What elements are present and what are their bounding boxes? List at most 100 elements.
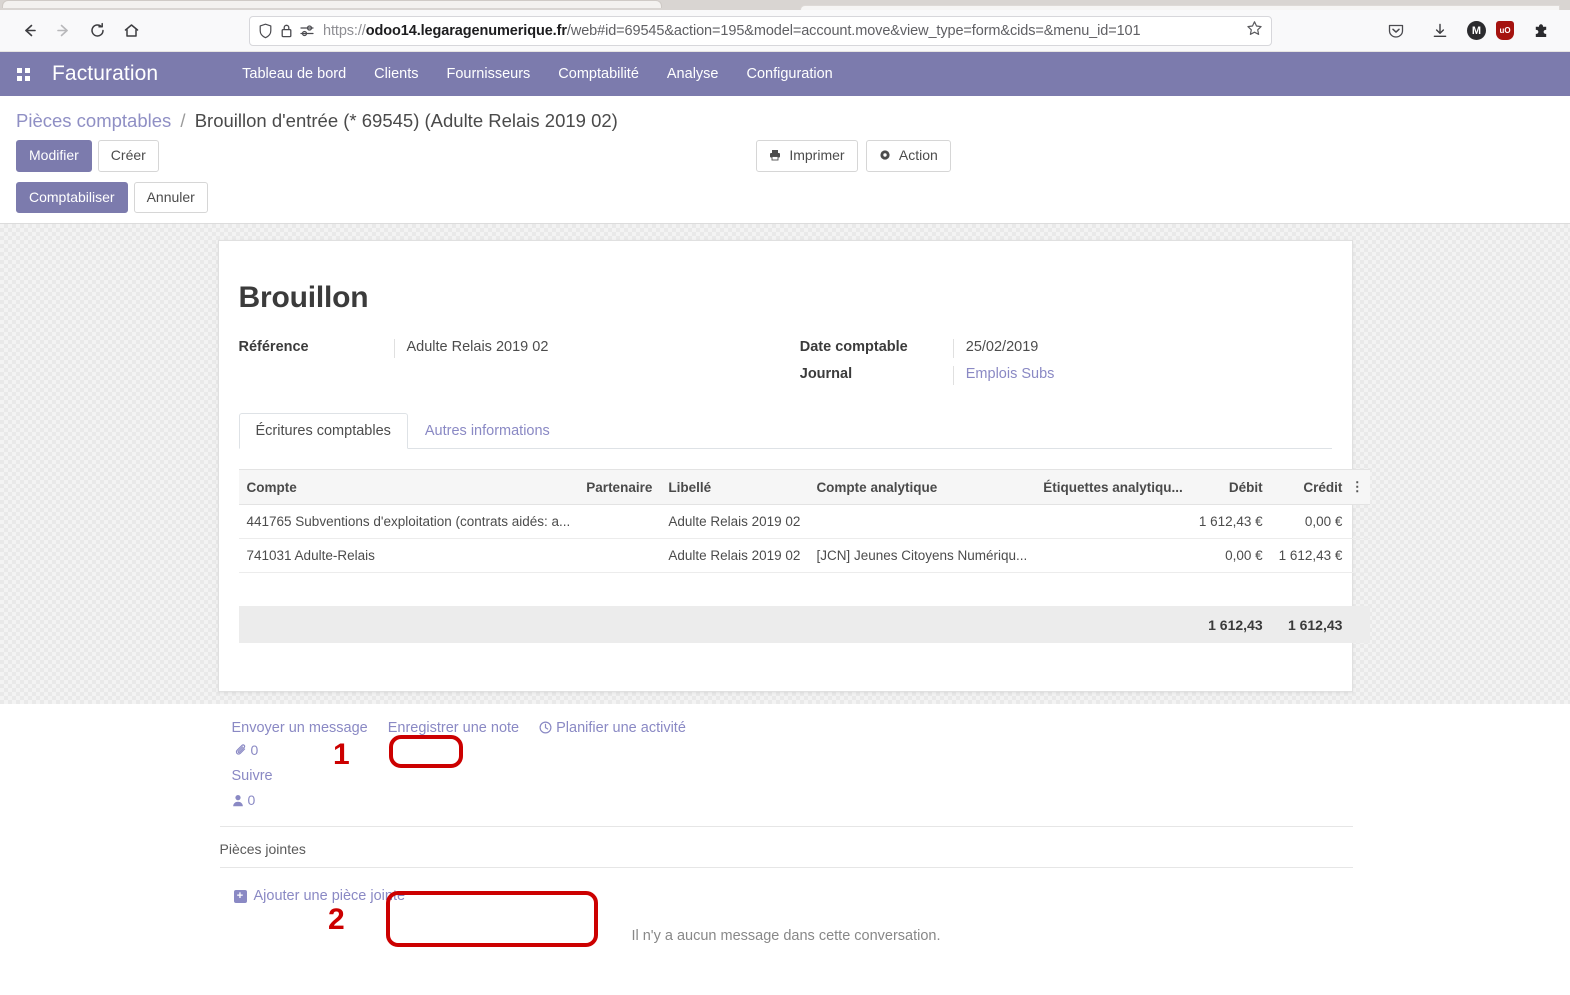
column-header-libelle[interactable]: Libellé [660, 469, 809, 506]
tab-autres-informations[interactable]: Autres informations [408, 413, 567, 449]
cell-compte-analytique[interactable] [808, 504, 1036, 540]
schedule-activity-button[interactable]: Planifier une activité [539, 720, 686, 736]
user-icon [232, 792, 244, 808]
paperclip-icon [234, 742, 248, 758]
action-button-row-secondary: Comptabiliser Annuler [0, 182, 1570, 225]
menu-item-tableau-de-bord[interactable]: Tableau de bord [228, 54, 360, 94]
action-button-row-primary: Modifier Créer Imprimer Action [0, 140, 1570, 182]
action-menu-button[interactable]: Action [865, 140, 951, 172]
total-debit: 1 612,43 [1190, 606, 1271, 644]
log-note-button[interactable]: Enregistrer une note [388, 720, 519, 736]
follow-button[interactable]: Suivre [232, 764, 1353, 788]
edit-button[interactable]: Modifier [16, 140, 92, 172]
extension-icon[interactable] [1524, 16, 1558, 46]
form-sheet: Brouillon Référence Adulte Relais 2019 0… [217, 240, 1370, 693]
field-journal-value[interactable]: Emplois Subs [952, 366, 1332, 386]
followers-count-button[interactable]: 0 [232, 788, 255, 812]
tab-ecritures-comptables[interactable]: Écritures comptables [238, 413, 408, 450]
form-fields-right: Date comptable 25/02/2019 Journal Emploi… [799, 339, 1332, 386]
pocket-icon[interactable] [1379, 16, 1413, 46]
cell-debit[interactable]: 1 612,43 € [1190, 504, 1271, 540]
column-header-etiquettes-analytiques[interactable]: Étiquettes analytiqu... [1035, 469, 1191, 506]
field-journal-label: Journal [799, 366, 853, 383]
cell-debit[interactable]: 0,00 € [1190, 538, 1271, 574]
permissions-icon[interactable] [300, 24, 316, 38]
cell-partenaire[interactable] [578, 538, 661, 574]
cell-row-action [1350, 504, 1370, 540]
menu-item-clients[interactable]: Clients [360, 54, 432, 94]
lock-icon[interactable] [280, 23, 293, 39]
cell-etiquettes[interactable] [1035, 538, 1191, 574]
menu-item-comptabilite[interactable]: Comptabilité [544, 54, 653, 94]
odoo-navbar: Facturation Tableau de bord Clients Four… [0, 52, 1570, 96]
browser-tab[interactable] [2, 0, 662, 8]
app-title: Facturation [52, 62, 159, 85]
menu-item-analyse[interactable]: Analyse [653, 54, 733, 94]
field-date-comptable-value[interactable]: 25/02/2019 [952, 339, 1332, 359]
menu-item-fournisseurs[interactable]: Fournisseurs [432, 54, 544, 94]
cancel-button[interactable]: Annuler [133, 182, 208, 214]
cell-etiquettes[interactable] [1035, 504, 1191, 540]
url-bar[interactable]: https://odoo14.legaragenumerique.fr/web#… [249, 15, 1272, 46]
table-body: 441765 Subventions d'exploitation (contr… [238, 504, 1370, 608]
forward-icon[interactable] [46, 16, 80, 46]
post-button[interactable]: Comptabiliser [16, 182, 128, 214]
url-text[interactable]: https://odoo14.legaragenumerique.fr/web#… [323, 23, 1239, 39]
account-avatar[interactable]: M [1467, 21, 1486, 40]
attachment-count-value: 0 [250, 742, 259, 759]
apps-grid-icon[interactable] [8, 59, 38, 89]
cell-credit[interactable]: 1 612,43 € [1270, 538, 1351, 574]
send-message-button[interactable]: Envoyer un message [232, 720, 368, 736]
schedule-activity-label: Planifier une activité [556, 720, 686, 737]
reload-icon[interactable] [80, 16, 114, 46]
chatter: Envoyer un message Enregistrer une note … [0, 704, 1570, 945]
browser-tab-strip[interactable] [0, 0, 1570, 10]
field-reference: Référence Adulte Relais 2019 02 [239, 339, 800, 359]
attachment-count-button[interactable]: 0 [232, 736, 261, 764]
bookmark-star-icon[interactable] [1246, 20, 1263, 42]
cell-compte-analytique[interactable]: [JCN] Jeunes Citoyens Numériqu... [808, 538, 1036, 574]
cell-compte[interactable]: 741031 Adulte-Relais [238, 538, 579, 574]
downloads-icon[interactable] [1423, 16, 1457, 46]
field-reference-value[interactable]: Adulte Relais 2019 02 [393, 339, 800, 359]
url-bar-container: https://odoo14.legaragenumerique.fr/web#… [148, 15, 1373, 46]
kebab-menu-icon[interactable]: ⋮ [1350, 469, 1370, 506]
field-date-comptable: Date comptable 25/02/2019 [800, 339, 1332, 359]
browser-toolbar-actions: M uO [1373, 16, 1558, 46]
cell-credit[interactable]: 0,00 € [1270, 504, 1351, 540]
attachments-section-label: Pièces jointes [219, 826, 1353, 867]
menu-item-configuration[interactable]: Configuration [732, 54, 846, 94]
column-header-credit[interactable]: Crédit [1270, 469, 1351, 506]
breadcrumb: Pièces comptables / Brouillon d'entrée (… [0, 96, 1570, 140]
back-icon[interactable] [12, 16, 46, 46]
browser-tab-inactive[interactable] [800, 5, 1560, 10]
add-attachment-button[interactable]: + Ajouter une pièce jointe [233, 888, 406, 905]
table-empty-cell [238, 572, 1370, 608]
table-row[interactable]: 441765 Subventions d'exploitation (contr… [238, 504, 1370, 540]
column-header-debit[interactable]: Débit [1190, 469, 1271, 506]
cell-compte[interactable]: 441765 Subventions d'exploitation (contr… [238, 504, 579, 540]
table-empty-row [238, 572, 1370, 608]
action-menu-button-label: Action [898, 147, 938, 164]
cell-partenaire[interactable] [578, 504, 661, 540]
home-icon[interactable] [114, 16, 148, 46]
shield-icon[interactable] [258, 23, 273, 39]
table-row[interactable]: 741031 Adulte-Relais Adulte Relais 2019 … [238, 538, 1370, 574]
column-header-compte-analytique[interactable]: Compte analytique [808, 469, 1036, 506]
add-attachment-label: Ajouter une pièce jointe [253, 888, 406, 905]
cell-libelle[interactable]: Adulte Relais 2019 02 [660, 504, 809, 540]
browser-navigation-bar: https://odoo14.legaragenumerique.fr/web#… [0, 10, 1570, 52]
table-totals-row: 1 612,43 1 612,43 [238, 606, 1370, 644]
create-button[interactable]: Créer [97, 140, 159, 172]
column-header-partenaire[interactable]: Partenaire [578, 469, 661, 506]
form-field-grid: Référence Adulte Relais 2019 02 Date com… [239, 339, 1332, 413]
printer-icon [769, 149, 784, 163]
gear-icon [879, 149, 894, 163]
cell-libelle[interactable]: Adulte Relais 2019 02 [660, 538, 809, 574]
column-header-compte[interactable]: Compte [238, 469, 579, 506]
ublock-origin-icon[interactable]: uO [1496, 21, 1514, 40]
totals-action-spacer [1350, 606, 1370, 644]
print-button[interactable]: Imprimer [756, 140, 858, 172]
plus-square-icon: + [233, 889, 247, 903]
breadcrumb-root-link[interactable]: Pièces comptables [16, 110, 171, 131]
